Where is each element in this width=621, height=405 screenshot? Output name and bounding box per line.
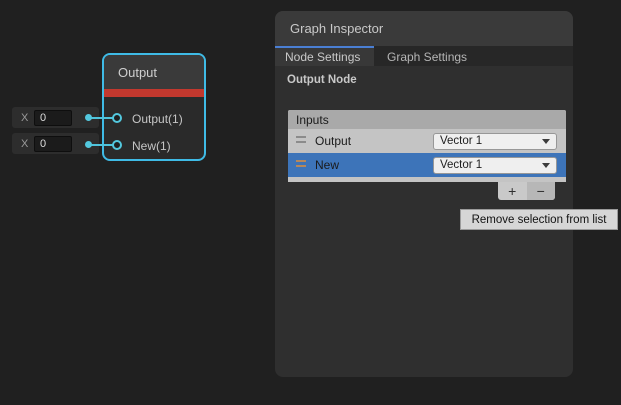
graph-inspector-panel: Graph Inspector Node Settings Graph Sett… [275,11,573,377]
connector-dot-icon[interactable] [85,141,92,148]
inspector-tab-row: Node Settings Graph Settings [275,46,573,66]
type-dropdown-value: Vector 1 [440,135,482,147]
chevron-down-icon [542,163,550,168]
inspector-title: Graph Inspector [290,21,383,36]
tab-node-settings-label: Node Settings [285,50,360,64]
tab-node-settings[interactable]: Node Settings [275,46,374,66]
edge-new[interactable] [88,144,115,146]
row-label: Output [315,134,351,148]
type-dropdown-value: Vector 1 [440,159,482,171]
inputs-reorderable-list: Inputs Output Vector 1 New Vector 1 [288,110,566,182]
remove-input-button[interactable]: − [527,182,556,200]
add-input-button[interactable]: + [498,182,527,200]
inputs-list-header: Inputs [288,110,566,129]
inspector-title-bar[interactable]: Graph Inspector [275,11,573,46]
tab-graph-settings-label: Graph Settings [387,50,467,64]
row-label: New [315,158,339,172]
axis-x-label: X [21,112,30,124]
port-label-output: Output(1) [132,112,183,126]
drag-handle-icon[interactable] [296,160,306,170]
x-value-field[interactable]: 0 [34,136,72,152]
tab-graph-settings[interactable]: Graph Settings [374,46,467,66]
tooltip: Remove selection from list [460,209,618,230]
x-value-field[interactable]: 0 [34,110,72,126]
node-title-bar[interactable]: Output [104,55,204,89]
edge-output[interactable] [88,117,115,119]
port-label-new: New(1) [132,139,171,153]
node-color-bar [104,89,204,97]
type-dropdown[interactable]: Vector 1 [433,157,557,174]
connector-dot-icon[interactable] [85,114,92,121]
inputs-header-label: Inputs [296,113,329,127]
chevron-down-icon [542,139,550,144]
drag-handle-icon[interactable] [296,136,306,146]
type-dropdown[interactable]: Vector 1 [433,133,557,150]
input-port-icon-output[interactable] [112,113,122,123]
section-title: Output Node [287,74,357,86]
input-port-icon-new[interactable] [112,140,122,150]
list-row-output[interactable]: Output Vector 1 [288,129,566,153]
inputs-list-footer: + − [498,182,555,200]
node-title: Output [118,65,157,80]
list-row-new[interactable]: New Vector 1 [288,153,566,177]
axis-x-label: X [21,138,30,150]
